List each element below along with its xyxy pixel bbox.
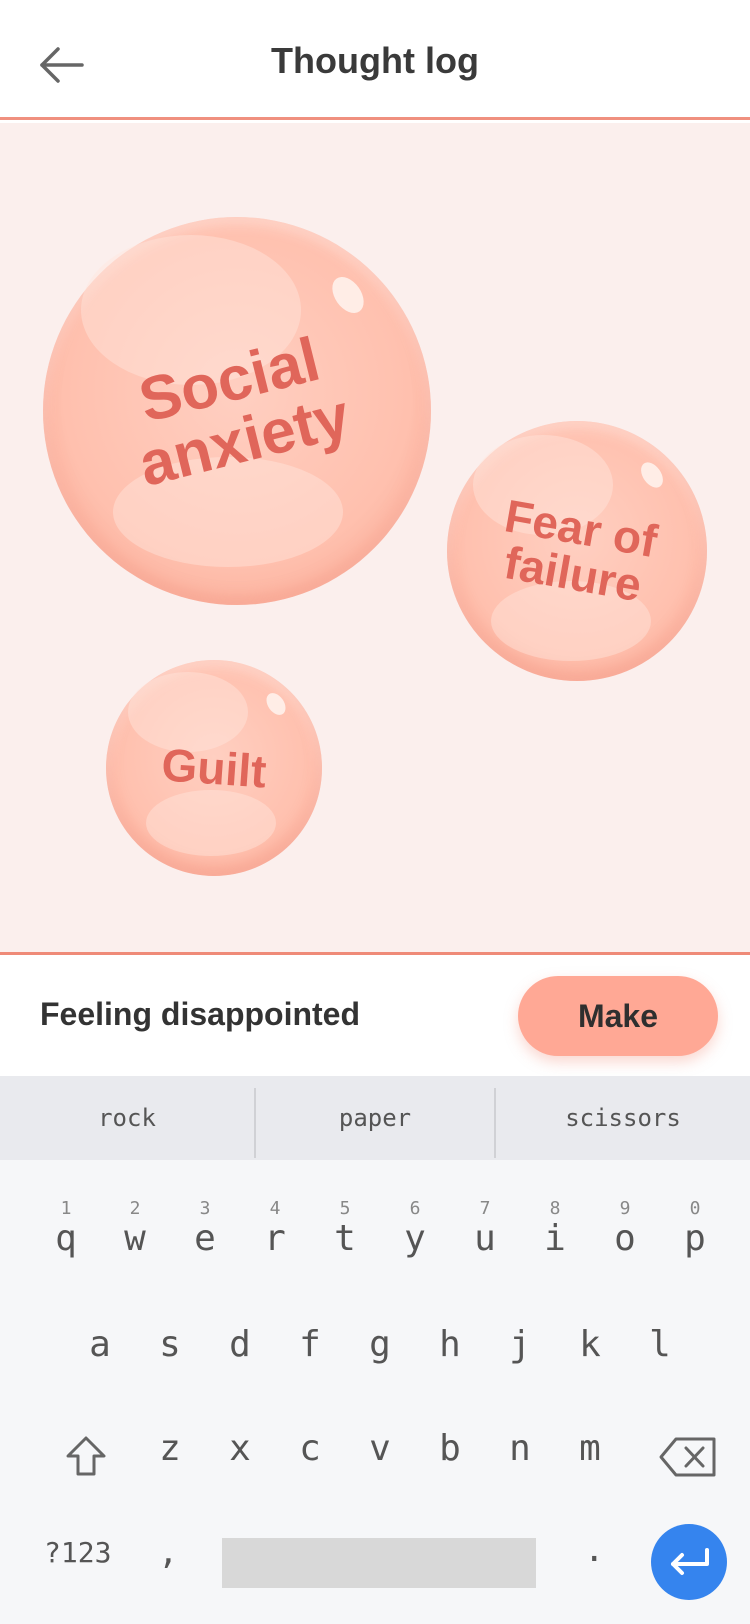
key-hint: 2 bbox=[129, 1198, 141, 1219]
key-label: k bbox=[579, 1324, 601, 1365]
suggestion-bar: rock paper scissors bbox=[0, 1076, 750, 1160]
key-hint: 8 bbox=[549, 1198, 561, 1219]
key-a[interactable]: a bbox=[65, 1316, 135, 1406]
key-label: f bbox=[299, 1324, 321, 1365]
key-w[interactable]: 2w bbox=[100, 1198, 170, 1288]
key-l[interactable]: l bbox=[625, 1316, 695, 1406]
key-s[interactable]: s bbox=[135, 1316, 205, 1406]
suggestion-scissors[interactable]: scissors bbox=[496, 1076, 750, 1160]
thought-input-row: Feeling disappointed Make bbox=[0, 958, 750, 1076]
key-label: p bbox=[684, 1218, 706, 1259]
key-o[interactable]: 9o bbox=[590, 1198, 660, 1288]
key-label: m bbox=[579, 1428, 601, 1469]
key-label: n bbox=[509, 1428, 531, 1469]
key-label: w bbox=[124, 1218, 146, 1259]
key-g[interactable]: g bbox=[345, 1316, 415, 1406]
key-label: s bbox=[159, 1324, 181, 1365]
suggestion-paper[interactable]: paper bbox=[256, 1076, 494, 1160]
key-e[interactable]: 3e bbox=[170, 1198, 240, 1288]
bubble-glint bbox=[262, 689, 290, 719]
key-label: a bbox=[89, 1324, 111, 1365]
key-k[interactable]: k bbox=[555, 1316, 625, 1406]
key-label: l bbox=[649, 1324, 671, 1365]
key-label: h bbox=[439, 1324, 461, 1365]
key-b[interactable]: b bbox=[415, 1420, 485, 1510]
page-title: Thought log bbox=[271, 40, 479, 81]
symbols-key[interactable]: ?123 bbox=[44, 1536, 111, 1569]
key-label: v bbox=[369, 1428, 391, 1469]
key-label: y bbox=[404, 1218, 426, 1259]
soft-keyboard: rock paper scissors 1q 2w 3e 4r 5t 6y 7u… bbox=[0, 1076, 750, 1624]
key-label: t bbox=[334, 1218, 356, 1259]
enter-icon bbox=[671, 1548, 709, 1575]
key-z[interactable]: z bbox=[135, 1420, 205, 1510]
key-t[interactable]: 5t bbox=[310, 1198, 380, 1288]
bubble-glint bbox=[636, 458, 668, 492]
backspace-key[interactable] bbox=[658, 1436, 718, 1478]
app-header: Thought log bbox=[0, 0, 750, 120]
key-c[interactable]: c bbox=[275, 1420, 345, 1510]
bubble-shine bbox=[146, 790, 276, 856]
key-label: c bbox=[299, 1428, 321, 1469]
key-hint: 6 bbox=[409, 1198, 421, 1219]
shift-key[interactable] bbox=[64, 1434, 108, 1478]
comma-key[interactable]: , bbox=[158, 1532, 178, 1572]
key-v[interactable]: v bbox=[345, 1420, 415, 1510]
key-label: b bbox=[439, 1428, 461, 1469]
make-button[interactable]: Make bbox=[518, 976, 718, 1056]
key-r[interactable]: 4r bbox=[240, 1198, 310, 1288]
suggestion-rock[interactable]: rock bbox=[0, 1076, 254, 1160]
key-x[interactable]: x bbox=[205, 1420, 275, 1510]
key-hint: 0 bbox=[689, 1198, 701, 1219]
key-label: g bbox=[369, 1324, 391, 1365]
key-hint: 3 bbox=[199, 1198, 211, 1219]
shift-icon bbox=[66, 1436, 106, 1476]
key-label: o bbox=[614, 1218, 636, 1259]
bubble-label-line: Guilt bbox=[159, 738, 269, 798]
key-label: x bbox=[229, 1428, 251, 1469]
key-y[interactable]: 6y bbox=[380, 1198, 450, 1288]
key-label: i bbox=[544, 1218, 566, 1259]
bubble-social-anxiety[interactable]: Social anxiety bbox=[43, 217, 431, 605]
key-f[interactable]: f bbox=[275, 1316, 345, 1406]
period-key[interactable]: . bbox=[584, 1530, 604, 1570]
feeling-input[interactable]: Feeling disappointed bbox=[40, 996, 360, 1033]
bubble-label: Fear of failure bbox=[441, 483, 713, 619]
key-hint: 4 bbox=[269, 1198, 281, 1219]
bubble-guilt[interactable]: Guilt bbox=[106, 660, 322, 876]
bubble-label: Guilt bbox=[105, 738, 324, 799]
key-u[interactable]: 7u bbox=[450, 1198, 520, 1288]
enter-key[interactable] bbox=[651, 1524, 727, 1600]
bubble-fear-of-failure[interactable]: Fear of failure bbox=[447, 421, 707, 681]
key-label: e bbox=[194, 1218, 216, 1259]
key-hint: 1 bbox=[60, 1198, 72, 1219]
key-label: j bbox=[509, 1324, 531, 1365]
thought-bubble-area: Social anxiety Fear of failure Guilt bbox=[0, 123, 750, 955]
key-hint: 7 bbox=[479, 1198, 491, 1219]
space-key[interactable] bbox=[222, 1538, 536, 1588]
key-n[interactable]: n bbox=[485, 1420, 555, 1510]
key-i[interactable]: 8i bbox=[520, 1198, 590, 1288]
backspace-icon bbox=[659, 1437, 716, 1477]
key-h[interactable]: h bbox=[415, 1316, 485, 1406]
key-label: q bbox=[55, 1218, 77, 1259]
bubble-glint bbox=[325, 271, 371, 319]
key-label: z bbox=[159, 1428, 181, 1469]
key-hint: 9 bbox=[619, 1198, 631, 1219]
key-p[interactable]: 0p bbox=[660, 1198, 730, 1288]
key-d[interactable]: d bbox=[205, 1316, 275, 1406]
key-label: d bbox=[229, 1324, 251, 1365]
key-hint: 5 bbox=[339, 1198, 351, 1219]
key-label: u bbox=[474, 1218, 496, 1259]
key-q[interactable]: 1q bbox=[31, 1198, 101, 1288]
key-j[interactable]: j bbox=[485, 1316, 555, 1406]
key-m[interactable]: m bbox=[555, 1420, 625, 1510]
key-label: r bbox=[264, 1218, 286, 1259]
